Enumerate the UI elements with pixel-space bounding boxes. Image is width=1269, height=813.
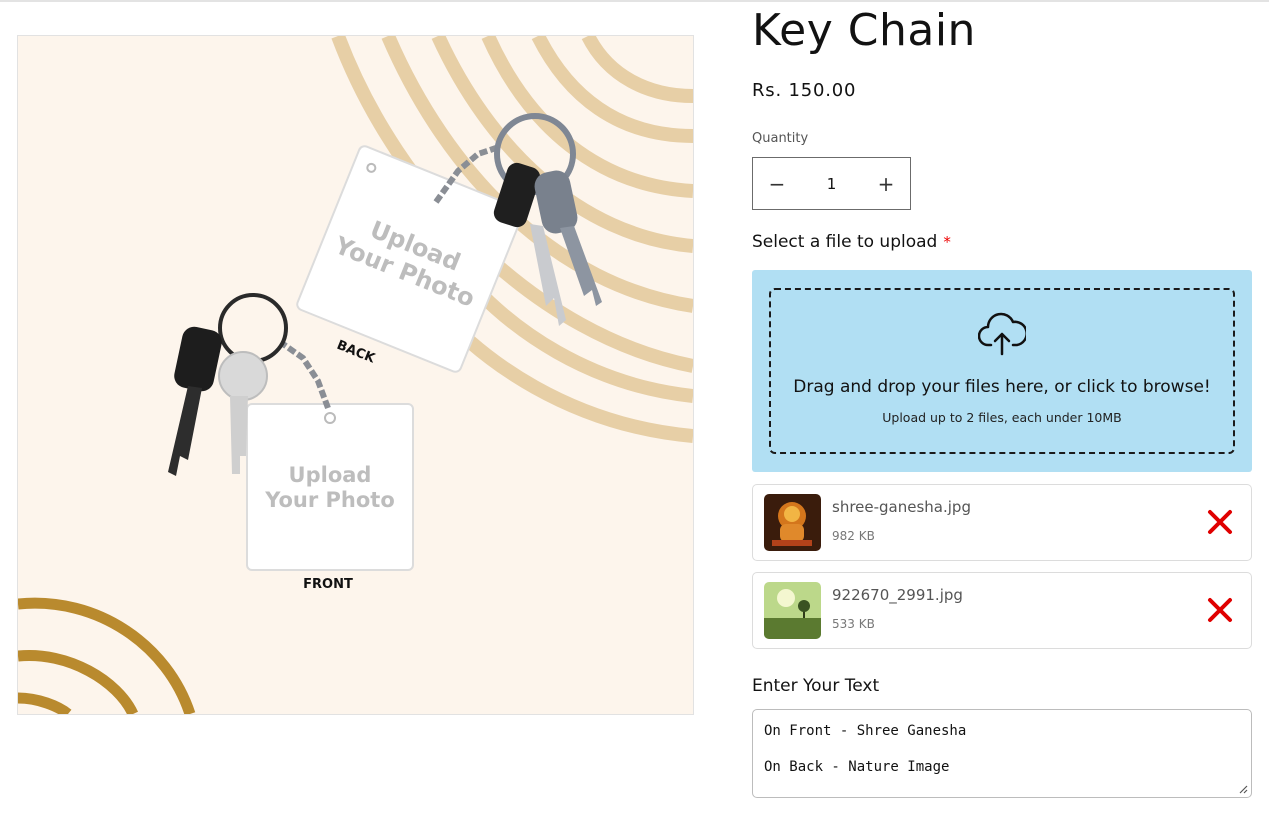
- back-label: BACK: [335, 338, 378, 367]
- dropzone-instruction: Drag and drop your files here, or click …: [793, 377, 1211, 397]
- file-name: 922670_2991.jpg: [832, 586, 963, 604]
- file-dropzone[interactable]: Drag and drop your files here, or click …: [752, 270, 1252, 472]
- remove-file-button[interactable]: [1207, 597, 1233, 623]
- upload-label-text: Select a file to upload: [752, 232, 938, 252]
- file-name: shree-ganesha.jpg: [832, 498, 971, 516]
- quantity-increase-button[interactable]: +: [862, 158, 910, 209]
- front-label: FRONT: [303, 577, 353, 592]
- quantity-input[interactable]: [801, 173, 862, 194]
- required-mark: *: [943, 233, 951, 251]
- custom-text-label: Enter Your Text: [752, 676, 880, 696]
- quantity-label: Quantity: [752, 131, 809, 146]
- dropzone-limit: Upload up to 2 files, each under 10MB: [882, 410, 1122, 425]
- resize-grip-icon[interactable]: [1238, 784, 1248, 794]
- remove-file-button[interactable]: [1207, 509, 1233, 535]
- quantity-stepper: − +: [752, 157, 911, 210]
- front-card-text-2: Your Photo: [264, 488, 395, 512]
- uploaded-file-row: 922670_2991.jpg 533 KB: [752, 572, 1252, 649]
- close-icon: [1208, 598, 1232, 622]
- keychain-illustration: Upload Your Photo BACK Upload Your Photo…: [18, 36, 693, 714]
- file-size: 982 KB: [832, 529, 875, 543]
- file-size: 533 KB: [832, 617, 875, 631]
- custom-text-field[interactable]: On Front - Shree Ganesha On Back - Natur…: [752, 709, 1252, 798]
- product-title: Key Chain: [752, 5, 976, 56]
- dropzone-area[interactable]: Drag and drop your files here, or click …: [769, 288, 1235, 454]
- file-thumbnail: [764, 582, 821, 639]
- product-image[interactable]: Upload Your Photo BACK Upload Your Photo…: [17, 35, 694, 715]
- front-card-text-1: Upload: [289, 463, 372, 487]
- header-divider: [0, 0, 1269, 2]
- quantity-decrease-button[interactable]: −: [753, 158, 801, 209]
- custom-text-line: On Front - Shree Ganesha: [764, 723, 967, 739]
- uploaded-file-row: shree-ganesha.jpg 982 KB: [752, 484, 1252, 561]
- cloud-upload-icon: [977, 312, 1028, 360]
- file-thumbnail: [764, 494, 821, 551]
- close-icon: [1208, 510, 1232, 534]
- upload-label: Select a file to upload *: [752, 232, 951, 252]
- product-price: Rs. 150.00: [752, 80, 857, 101]
- custom-text-line: On Back - Nature Image: [764, 759, 950, 775]
- decor-arcs-bottom: [18, 597, 196, 714]
